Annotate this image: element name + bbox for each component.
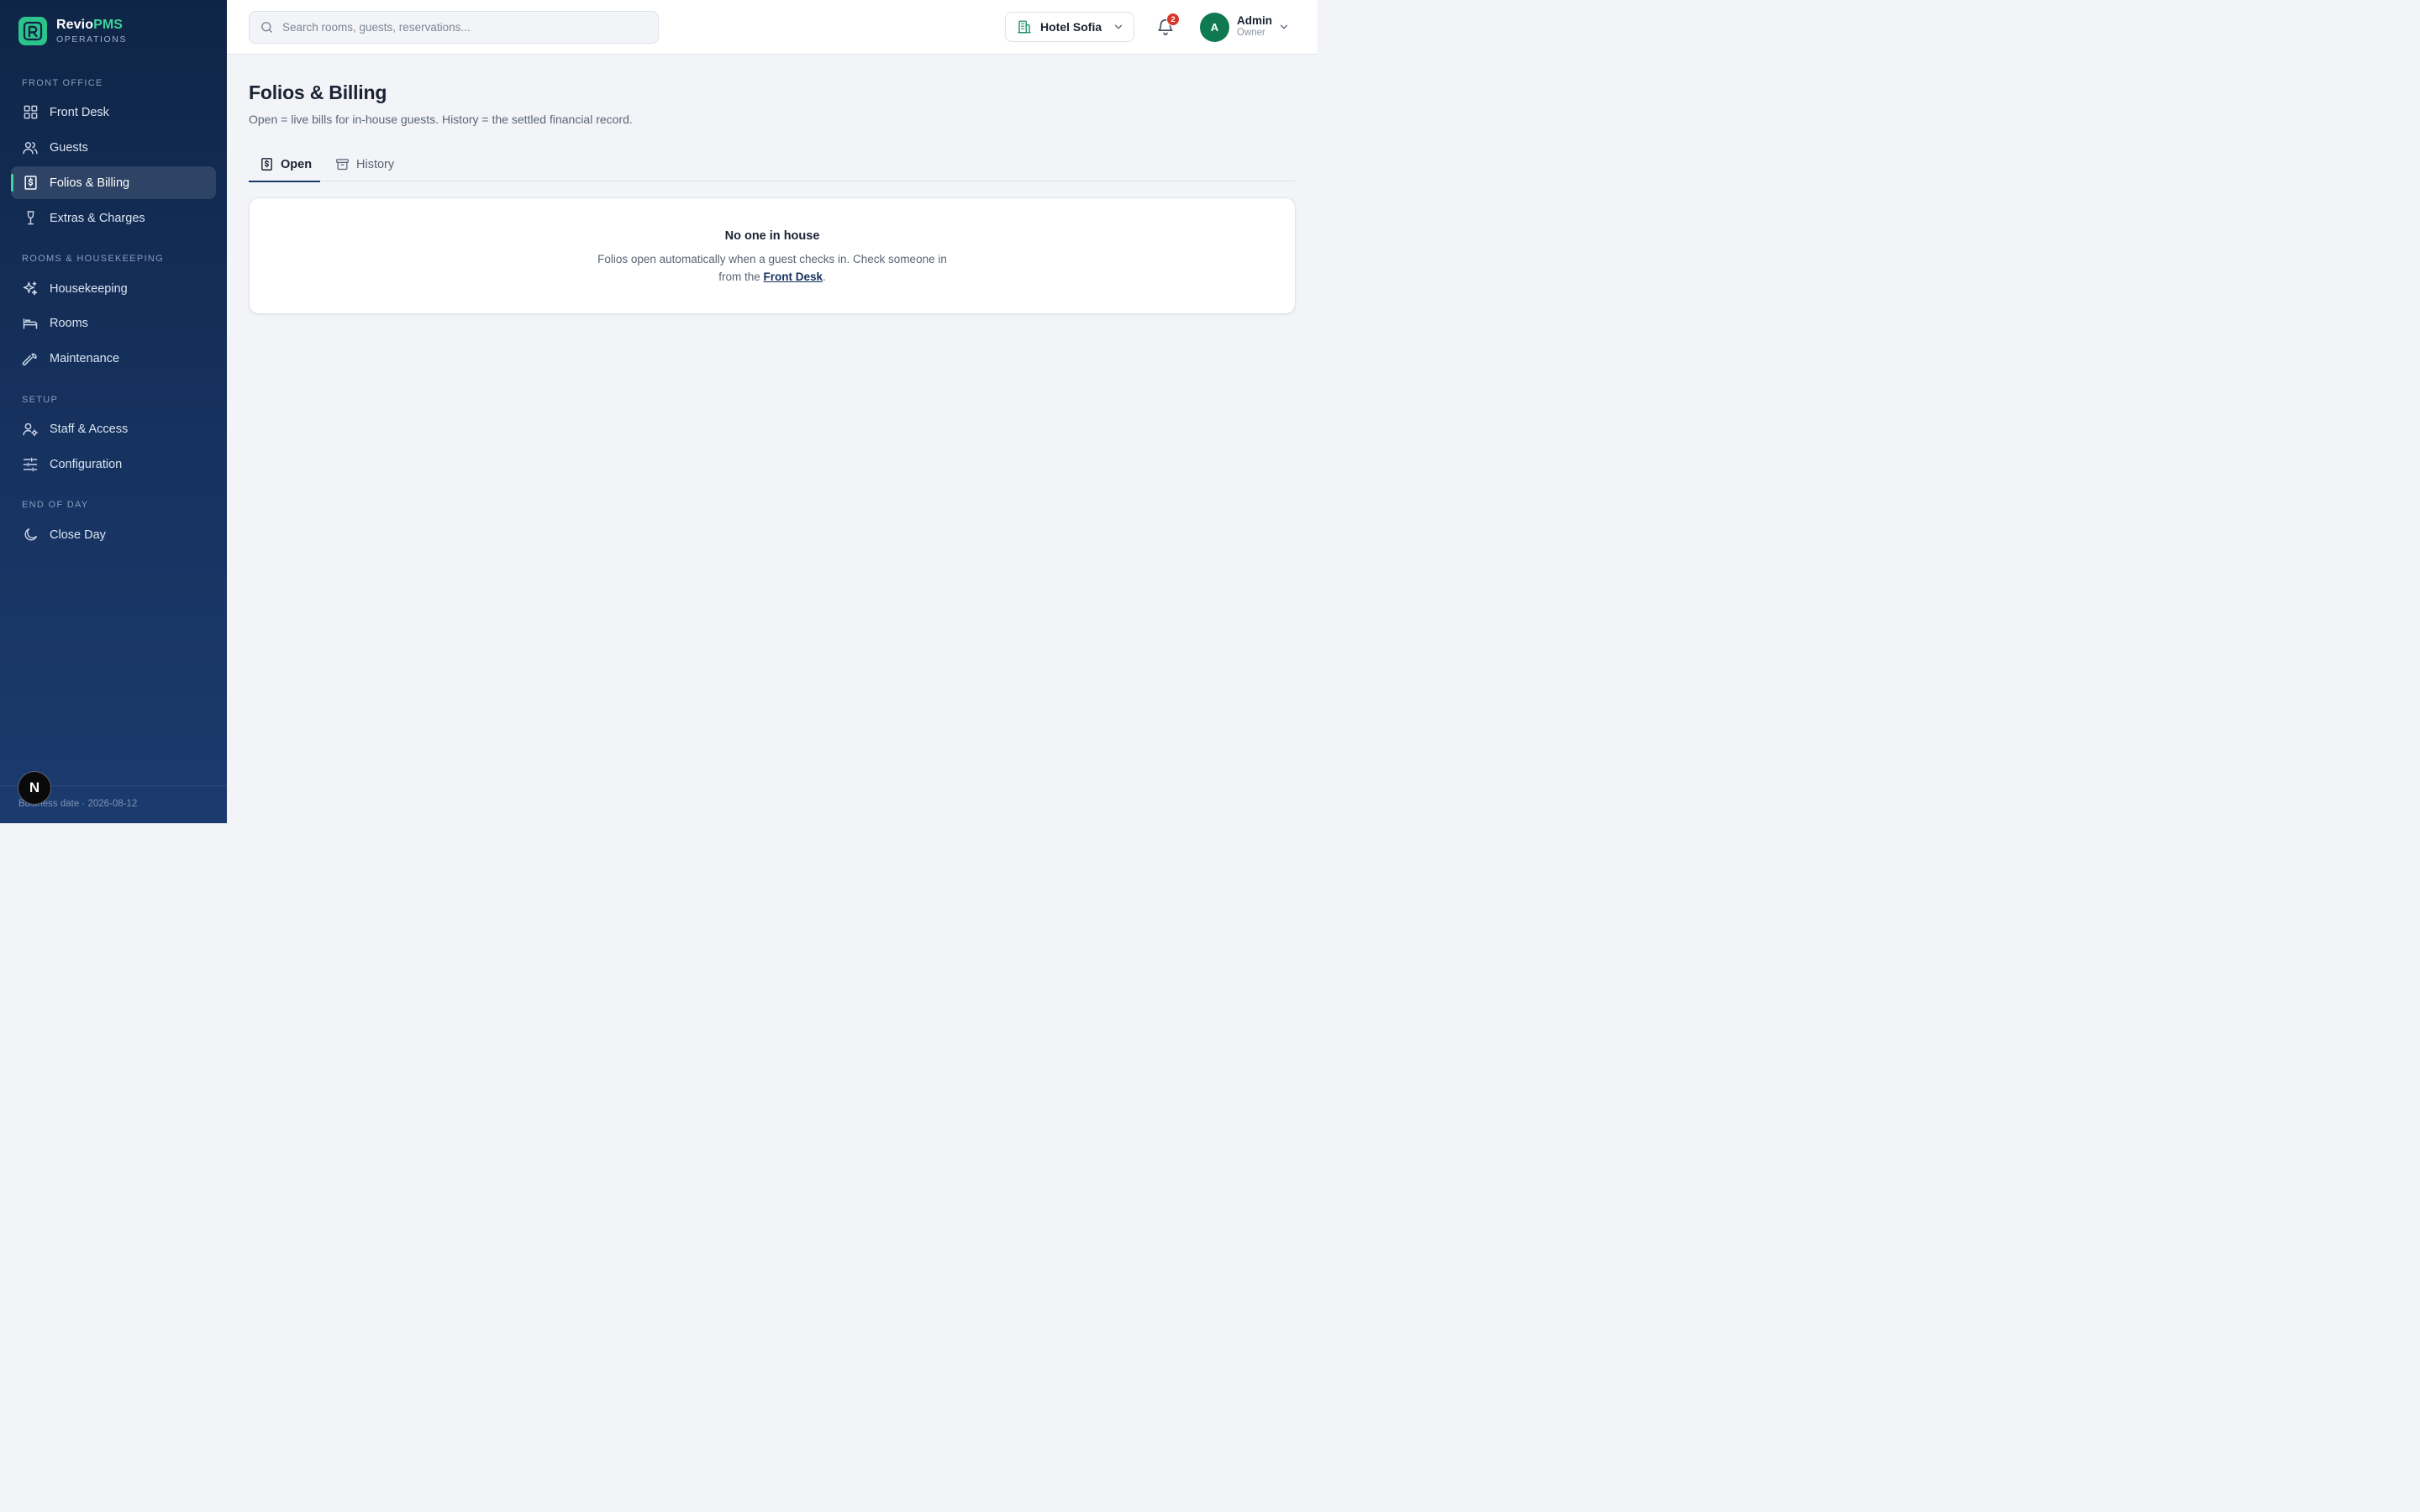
dev-tools-badge[interactable]: N (18, 771, 51, 805)
sidebar-item-guests[interactable]: Guests (11, 131, 216, 164)
user-name: Admin (1237, 14, 1272, 27)
wine-glass-icon (22, 210, 39, 227)
sliders-icon (22, 456, 39, 473)
section-label-rooms-housekeeping: ROOMS & HOUSEKEEPING (22, 254, 165, 264)
sidebar-item-rooms[interactable]: Rooms (11, 307, 216, 339)
sidebar-item-label: Extras & Charges (50, 211, 145, 225)
archive-icon (335, 157, 350, 171)
empty-state-card: No one in house Folios open automaticall… (249, 197, 1296, 314)
sidebar-item-label: Folios & Billing (50, 176, 130, 190)
hotel-name: Hotel Sofia (1040, 20, 1102, 34)
page-subtitle: Open = live bills for in-house guests. H… (249, 113, 633, 126)
tab-label: Open (281, 157, 313, 171)
brand-logo-icon (18, 17, 47, 45)
user-menu[interactable]: Admin Owner (1237, 14, 1272, 39)
empty-state-title: No one in house (724, 229, 820, 243)
notification-count-badge: 2 (1166, 13, 1180, 26)
hotel-selector[interactable]: Hotel Sofia (1005, 12, 1134, 42)
brand-subtitle: OPERATIONS (56, 34, 128, 45)
sidebar-item-label: Front Desk (50, 105, 109, 119)
sidebar-item-label: Configuration (50, 457, 123, 471)
bed-icon (22, 315, 39, 332)
sparkle-icon (22, 281, 39, 297)
sidebar-item-front-desk[interactable]: Front Desk (11, 96, 216, 129)
sidebar-item-label: Guests (50, 140, 88, 155)
top-bar: Hotel Sofia 2 A Admin Owner (227, 0, 1318, 55)
grid-icon (22, 104, 39, 121)
app-root: RevioPMS OPERATIONS FRONT OFFICE Front D… (0, 0, 1318, 823)
sidebar-item-label: Housekeeping (50, 281, 128, 296)
building-icon (1017, 19, 1032, 34)
user-cog-icon (22, 421, 39, 438)
sidebar-item-housekeeping[interactable]: Housekeeping (11, 272, 216, 305)
tab-open[interactable]: Open (249, 147, 320, 182)
sidebar-item-label: Close Day (50, 528, 106, 542)
receipt-dollar-icon (22, 175, 39, 192)
receipt-dollar-icon (260, 157, 274, 171)
page-title: Folios & Billing (249, 81, 387, 103)
wrench-icon (22, 350, 39, 367)
tab-bar: Open History (249, 147, 1296, 182)
user-role: Owner (1237, 28, 1265, 38)
front-desk-link[interactable]: Front Desk (764, 270, 823, 283)
sidebar-item-label: Maintenance (50, 351, 120, 365)
sidebar-item-close-day[interactable]: Close Day (11, 518, 216, 551)
search-icon (260, 20, 274, 34)
sidebar-item-staff-access[interactable]: Staff & Access (11, 412, 216, 445)
sidebar-item-label: Rooms (50, 316, 88, 330)
sidebar-item-folios-billing[interactable]: Folios & Billing (11, 166, 216, 199)
brand-name: RevioPMS (56, 18, 124, 32)
users-icon (22, 139, 39, 156)
sidebar-item-extras-charges[interactable]: Extras & Charges (11, 202, 216, 234)
tab-history[interactable]: History (324, 147, 405, 181)
section-label-end-of-day: END OF DAY (22, 500, 89, 510)
moon-icon (22, 527, 39, 543)
sidebar-item-label: Staff & Access (50, 422, 129, 436)
search-bar[interactable] (249, 11, 659, 44)
sidebar-item-maintenance[interactable]: Maintenance (11, 342, 216, 375)
tab-label: History (356, 157, 395, 171)
empty-state-text: Folios open automatically when a guest c… (597, 253, 947, 283)
sidebar: RevioPMS OPERATIONS FRONT OFFICE Front D… (0, 0, 227, 823)
section-label-setup: SETUP (22, 395, 59, 405)
avatar[interactable]: A (1200, 13, 1229, 42)
sidebar-item-configuration[interactable]: Configuration (11, 448, 216, 480)
brand[interactable]: RevioPMS OPERATIONS (18, 17, 127, 45)
search-input[interactable] (282, 21, 652, 34)
section-label-front-office: FRONT OFFICE (22, 78, 103, 88)
chevron-down-icon[interactable] (1278, 21, 1290, 33)
chevron-down-icon (1113, 21, 1124, 33)
